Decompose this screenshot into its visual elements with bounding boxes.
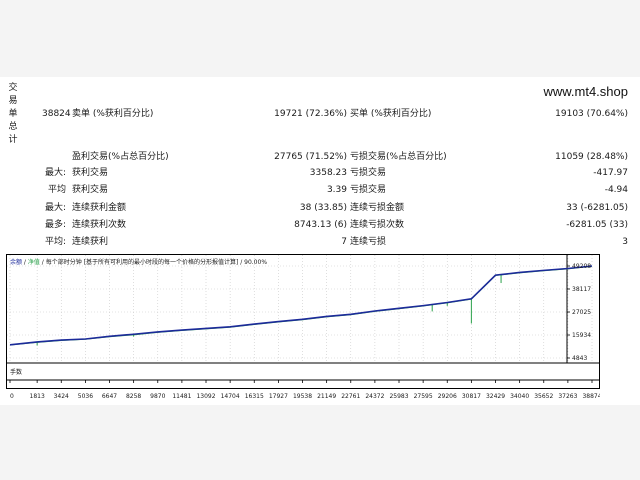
stats-prefix: 平均: — [44, 237, 66, 247]
x-tick-label: 8258 — [126, 393, 141, 400]
top-background — [0, 0, 640, 77]
side-char: 总 — [8, 122, 18, 132]
x-tick-label: 5036 — [78, 393, 93, 400]
x-tick-label: 30817 — [462, 393, 481, 400]
side-char: 交 — [8, 83, 18, 93]
stats-left-label: 获利交易 — [72, 185, 109, 195]
stats-left-value: 27765 (71.52%) — [274, 152, 347, 162]
stats-right-label: 亏损交易 — [350, 168, 387, 178]
stats-right-label: 连续亏损次数 — [350, 220, 405, 230]
side-char: 单 — [8, 109, 18, 119]
x-tick-label: 1813 — [30, 393, 45, 400]
stats-right-label: 亏损交易 — [350, 185, 387, 195]
site-watermark: www.mt4.shop — [543, 84, 628, 99]
x-tick-label: 17927 — [269, 393, 288, 400]
stats-prefix: 最大: — [44, 203, 66, 213]
stats-left-value: 38 (33.85) — [299, 203, 347, 213]
total-trades-value: 38824 — [42, 109, 71, 119]
x-tick-label: 16315 — [245, 393, 264, 400]
legend-description: / 每个部时分钟 [基于所有可利用的最小时段的每一个价格的分形报值计算] / 9… — [40, 258, 267, 266]
x-tick-label: 24372 — [365, 393, 384, 400]
balance-chart: 49208 38117 27025 15934 4843 0 1813 3424 5036 66… — [6, 254, 602, 401]
y-tick-label: 49208 — [572, 263, 591, 270]
x-tick-label: 29206 — [438, 393, 457, 400]
stats-left-value: 7 — [341, 237, 347, 247]
stats-right-value: 33 (-6281.05) — [566, 203, 628, 213]
x-tick-label: 0 — [10, 393, 14, 400]
y-tick-label: 15934 — [572, 332, 591, 339]
x-tick-label: 37263 — [558, 393, 577, 400]
legend-balance: 余额 — [10, 258, 22, 266]
stats-right-label: 连续亏损金额 — [350, 203, 405, 213]
long-trades-value: 19103 (70.64%) — [555, 109, 628, 119]
side-char: 易 — [8, 96, 18, 106]
x-tick-label: 19538 — [293, 393, 312, 400]
stats-right-value: -6281.05 (33) — [566, 220, 628, 230]
balance-chart-svg: 49208 38117 27025 15934 4843 0 1813 3424 5036 66… — [6, 254, 602, 400]
x-tick-label: 3424 — [54, 393, 69, 400]
stats-left-label: 获利交易 — [72, 168, 109, 178]
bottom-background — [0, 405, 640, 480]
x-tick-label: 9870 — [150, 393, 165, 400]
long-trades-label: 买单 (%获利百分比) — [350, 109, 432, 119]
x-tick-label: 13092 — [196, 393, 215, 400]
stats-left-label: 连续获利次数 — [72, 220, 127, 230]
short-trades-label: 卖单 (%获利百分比) — [72, 109, 154, 119]
x-tick-label: 34040 — [510, 393, 529, 400]
stats-prefix: 最大: — [44, 168, 66, 178]
stats-left-value: 3.39 — [326, 185, 347, 195]
x-tick-label: 25983 — [389, 393, 408, 400]
x-tick-label: 38874 — [582, 393, 600, 400]
stats-left-value: 8743.13 (6) — [294, 220, 347, 230]
lots-label: 手数 — [10, 368, 22, 376]
y-tick-label: 27025 — [572, 309, 591, 316]
x-tick-label: 32429 — [486, 393, 505, 400]
chart-frame — [6, 254, 600, 389]
y-tick-label: 38117 — [572, 286, 591, 293]
stats-right-label: 连续亏损 — [350, 237, 387, 247]
stats-right-value: -4.94 — [604, 185, 628, 195]
x-tick-label: 27595 — [414, 393, 433, 400]
chart-legend: 余额 / 净值 / 每个部时分钟 [基于所有可利用的最小时段的每一个价格的分形报… — [10, 258, 267, 266]
y-tick-label: 4843 — [572, 355, 587, 362]
stats-prefix: 最多: — [44, 220, 66, 230]
stats-right-value: -417.97 — [593, 168, 628, 178]
stats-left-value: 3358.23 — [309, 168, 347, 178]
stats-right-value: 3 — [622, 237, 628, 247]
x-tick-label: 21149 — [317, 393, 336, 400]
stats-right-value: 11059 (28.48%) — [555, 152, 628, 162]
side-char: 计 — [8, 135, 18, 145]
x-tick-label: 11481 — [172, 393, 191, 400]
stats-right-label: 亏损交易(%占总百分比) — [350, 152, 447, 162]
stats-left-label: 连续获利金额 — [72, 203, 127, 213]
trades-total-vertical-label: 交 易 单 总 计 — [7, 82, 19, 147]
stats-left-label: 连续获利 — [72, 237, 109, 247]
x-tick-label: 22761 — [341, 393, 360, 400]
x-tick-label: 14704 — [221, 393, 240, 400]
stats-prefix: 平均 — [47, 185, 66, 195]
x-tick-label: 35652 — [534, 393, 553, 400]
x-tick-label: 6647 — [102, 393, 117, 400]
stats-left-label: 盈利交易(%占总百分比) — [72, 152, 169, 162]
legend-equity: 净值 — [28, 258, 40, 266]
short-trades-value: 19721 (72.36%) — [274, 109, 347, 119]
